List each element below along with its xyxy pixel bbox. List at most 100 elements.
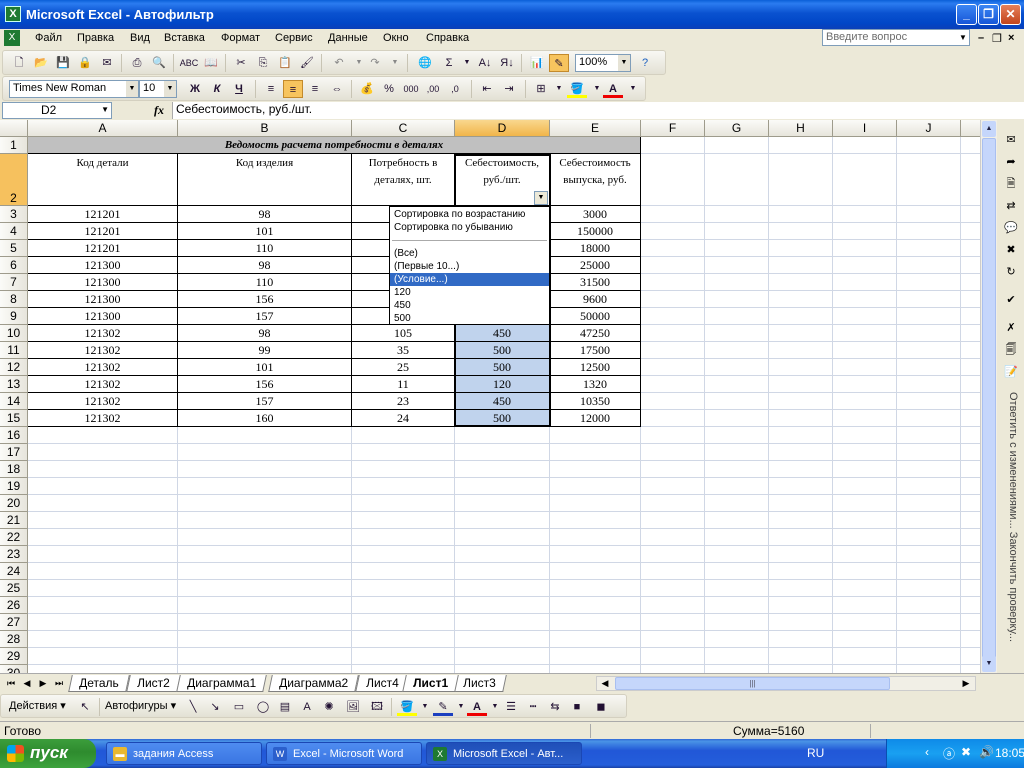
grid-cell[interactable] bbox=[897, 580, 961, 597]
grid-cell[interactable] bbox=[833, 223, 897, 240]
grid-cell[interactable] bbox=[705, 393, 769, 410]
filter-option-450[interactable]: 450 bbox=[390, 299, 549, 312]
worksheet-grid[interactable]: A B C D E F G H I J 1 Ведомость расчета п… bbox=[0, 120, 980, 673]
column-header-j[interactable]: J bbox=[897, 120, 961, 137]
merge-center-icon[interactable]: ⇔ bbox=[327, 80, 347, 98]
research-icon[interactable]: 📖 bbox=[201, 54, 221, 72]
grid-cell[interactable] bbox=[641, 291, 705, 308]
sheet-tab[interactable]: Диаграмма2 bbox=[268, 675, 359, 692]
row-header[interactable]: 2 bbox=[0, 154, 28, 206]
document-icon[interactable]: 🗎 bbox=[1004, 177, 1018, 191]
grid-cell[interactable] bbox=[705, 580, 769, 597]
grid-cell[interactable] bbox=[28, 648, 178, 665]
grid-cell[interactable] bbox=[641, 478, 705, 495]
table-cell[interactable]: 500 bbox=[455, 342, 550, 359]
row-header[interactable]: 5 bbox=[0, 240, 28, 257]
filter-option-custom[interactable]: (Условие...) bbox=[390, 273, 549, 286]
table-cell[interactable]: 11 bbox=[352, 376, 455, 393]
row-header[interactable]: 25 bbox=[0, 580, 28, 597]
table-cell[interactable]: 160 bbox=[178, 410, 352, 427]
grid-cell[interactable] bbox=[705, 342, 769, 359]
accept-change-icon[interactable]: ✔ bbox=[1004, 293, 1018, 307]
grid-cell[interactable] bbox=[178, 427, 352, 444]
chart-wizard-icon[interactable]: 📊 bbox=[527, 54, 547, 72]
table-cell[interactable]: 98 bbox=[178, 206, 352, 223]
row-header[interactable]: 1 bbox=[0, 137, 28, 154]
sheet-tab[interactable]: Лист3 bbox=[452, 675, 507, 692]
grid-cell[interactable] bbox=[455, 495, 550, 512]
column-header-h[interactable]: H bbox=[769, 120, 833, 137]
doc-minimize-button[interactable]: – bbox=[978, 32, 984, 44]
grid-cell[interactable] bbox=[178, 512, 352, 529]
autosum-icon[interactable]: Σ bbox=[439, 54, 459, 72]
grid-cell[interactable] bbox=[455, 563, 550, 580]
grid-cell[interactable] bbox=[897, 308, 961, 325]
grid-cell[interactable] bbox=[897, 291, 961, 308]
column-header-d[interactable]: D bbox=[455, 120, 550, 137]
grid-cell[interactable] bbox=[833, 444, 897, 461]
menu-format[interactable]: Формат bbox=[221, 32, 260, 44]
grid-cell[interactable] bbox=[961, 308, 980, 325]
grid-cell[interactable] bbox=[352, 631, 455, 648]
copy-icon[interactable]: ⎘ bbox=[253, 54, 273, 72]
grid-cell[interactable] bbox=[352, 614, 455, 631]
grid-cell[interactable] bbox=[897, 410, 961, 427]
grid-cell[interactable] bbox=[28, 529, 178, 546]
autoshapes-menu[interactable]: Автофигуры ▾ bbox=[105, 699, 176, 712]
security-icon[interactable]: ✖ bbox=[961, 745, 971, 759]
grid-cell[interactable] bbox=[897, 631, 961, 648]
grid-cell[interactable] bbox=[455, 427, 550, 444]
row-header[interactable]: 23 bbox=[0, 546, 28, 563]
filter-option-120[interactable]: 120 bbox=[390, 286, 549, 299]
grid-cell[interactable] bbox=[455, 546, 550, 563]
grid-cell[interactable] bbox=[961, 563, 980, 580]
grid-cell[interactable] bbox=[705, 223, 769, 240]
task-pane-vertical-label[interactable]: Ответить с изменениями... Закончить пров… bbox=[1003, 392, 1019, 672]
grid-cell[interactable] bbox=[641, 376, 705, 393]
grid-cell[interactable] bbox=[769, 410, 833, 427]
autofilter-dropdown-button[interactable]: ▼ bbox=[534, 191, 548, 205]
row-header[interactable]: 19 bbox=[0, 478, 28, 495]
menu-insert[interactable]: Вставка bbox=[164, 32, 205, 44]
grid-cell[interactable] bbox=[897, 597, 961, 614]
grid-cell[interactable] bbox=[897, 427, 961, 444]
grid-cell[interactable] bbox=[352, 427, 455, 444]
fill-color-icon[interactable]: 🪣 bbox=[397, 698, 417, 716]
grid-cell[interactable] bbox=[769, 597, 833, 614]
grid-cell[interactable] bbox=[833, 563, 897, 580]
font-name-select[interactable]: Times New Roman ▼ bbox=[9, 80, 139, 98]
grid-cell[interactable] bbox=[178, 529, 352, 546]
row-header[interactable]: 27 bbox=[0, 614, 28, 631]
grid-cell[interactable] bbox=[705, 512, 769, 529]
name-box[interactable]: D2 ▼ bbox=[2, 102, 112, 119]
horizontal-scrollbar[interactable]: ◀ ||| ▶ bbox=[596, 676, 976, 691]
table-cell[interactable]: 150000 bbox=[550, 223, 641, 240]
sheet-tab[interactable]: Диаграмма1 bbox=[176, 675, 267, 692]
grid-cell[interactable] bbox=[769, 342, 833, 359]
next-sheet-icon[interactable]: ▶ bbox=[36, 676, 50, 690]
table-cell[interactable]: 156 bbox=[178, 291, 352, 308]
row-header[interactable]: 11 bbox=[0, 342, 28, 359]
grid-cell[interactable] bbox=[897, 512, 961, 529]
table-cell[interactable]: 12500 bbox=[550, 359, 641, 376]
grid-cell[interactable] bbox=[705, 478, 769, 495]
row-header[interactable]: 8 bbox=[0, 291, 28, 308]
grid-cell[interactable] bbox=[550, 614, 641, 631]
grid-cell[interactable] bbox=[641, 257, 705, 274]
row-header[interactable]: 15 bbox=[0, 410, 28, 427]
row-header[interactable]: 17 bbox=[0, 444, 28, 461]
sort-descending-icon[interactable]: Я↓ bbox=[497, 54, 517, 72]
table-cell[interactable]: 121201 bbox=[28, 240, 178, 257]
percent-button[interactable]: % bbox=[379, 80, 399, 98]
grid-cell[interactable] bbox=[961, 410, 980, 427]
grid-cell[interactable] bbox=[641, 223, 705, 240]
grid-cell[interactable] bbox=[833, 137, 897, 154]
grid-cell[interactable] bbox=[352, 529, 455, 546]
chevron-down-icon[interactable]: ▼ bbox=[415, 698, 435, 716]
grid-cell[interactable] bbox=[769, 308, 833, 325]
grid-cell[interactable] bbox=[961, 393, 980, 410]
row-header[interactable]: 29 bbox=[0, 648, 28, 665]
grid-cell[interactable] bbox=[455, 461, 550, 478]
table-cell[interactable]: 99 bbox=[178, 342, 352, 359]
table-cell[interactable]: 12000 bbox=[550, 410, 641, 427]
